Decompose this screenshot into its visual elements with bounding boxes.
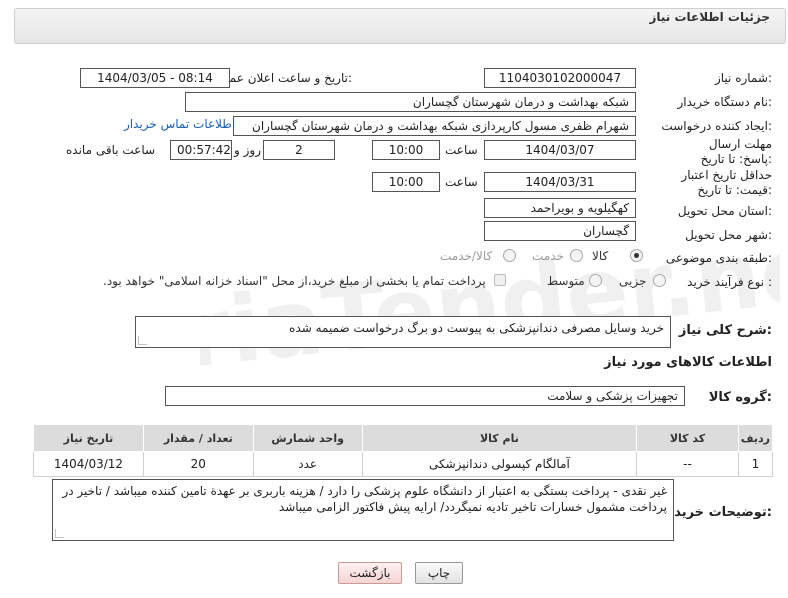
category-label: طبقه بندی موضوعی:: [665, 251, 772, 265]
price-validity-time-label: ساعت: [445, 175, 478, 189]
col-row-header: ردیف: [737, 424, 774, 452]
notes-resize-handle-icon[interactable]: [55, 529, 64, 538]
price-validity-date: 1404/03/31: [484, 172, 636, 192]
goods-group-field: تجهیزات پزشکی و سلامت: [165, 386, 685, 406]
reply-days-field: 2: [263, 140, 335, 160]
col-unit-header: واحد شمارش: [252, 424, 363, 452]
buyer-notes-textarea[interactable]: غیر نقدی - پرداخت بستگی به اعتبار از دان…: [52, 479, 674, 541]
goods-group-label: گروه کالا:: [708, 390, 772, 405]
table-header-row: ردیف کد کالا نام کالا واحد شمارش تعداد /…: [33, 424, 774, 452]
category-radio-service[interactable]: [570, 249, 583, 262]
process-option-minor: جزیی: [619, 274, 647, 288]
reply-deadline-label: مهلت ارسال پاسخ: تا تاریخ:: [700, 137, 772, 166]
delivery-city-field: گچساران: [484, 221, 636, 241]
category-option-service: خدمت: [532, 249, 564, 263]
treasury-note: پرداخت تمام یا بخشی از مبلغ خرید،از محل …: [103, 274, 486, 288]
price-validity-label: حداقل تاریخ اعتبار قیمت: تا تاریخ:: [681, 168, 772, 197]
process-radio-minor[interactable]: [653, 274, 666, 287]
price-validity-time: 10:00: [372, 172, 440, 192]
goods-section-title: اطلاعات کالاهای مورد نیاز: [604, 355, 772, 370]
remaining-time-label: ساعت باقی مانده: [66, 143, 156, 157]
table-row: 1 -- آمالگام کپسولی دندانپزشکی عدد 20 14…: [33, 451, 774, 477]
back-button[interactable]: بازگشت: [338, 562, 402, 584]
remaining-time-field: 00:57:42: [170, 140, 232, 160]
process-option-medium: متوسط: [547, 274, 585, 288]
category-radio-goods-service[interactable]: [503, 249, 516, 262]
cell-unit: عدد: [252, 451, 363, 477]
category-option-goods: کالا: [592, 249, 609, 263]
cell-quantity: 20: [142, 451, 254, 477]
cell-name: آمالگام کپسولی دندانپزشکی: [361, 451, 638, 477]
col-name-header: نام کالا: [361, 424, 638, 452]
cell-row-number: 1: [737, 451, 774, 477]
reply-time-label: ساعت: [445, 143, 478, 157]
col-code-header: کد کالا: [636, 424, 739, 452]
buyer-notes-label: توضیحات خریدار:: [662, 505, 772, 520]
process-radio-medium[interactable]: [589, 274, 602, 287]
buyer-org-label: نام دستگاه خریدار:: [677, 95, 773, 109]
requester-label: ایجاد کننده درخواست:: [661, 119, 772, 133]
treasury-checkbox[interactable]: [494, 274, 506, 286]
category-radio-goods[interactable]: [630, 249, 643, 262]
cell-need-date: 1404/03/12: [33, 451, 144, 477]
page-title: جزئیات اطلاعات نیاز: [649, 10, 770, 24]
description-label: شرح کلی نیاز:: [678, 323, 772, 338]
need-number-field: 1104030102000047: [484, 68, 636, 88]
description-text: خرید وسایل مصرفی دندانپزشکی به پیوست دو …: [289, 321, 664, 335]
announce-datetime-field: 1404/03/05 - 08:14: [80, 68, 230, 88]
col-qty-header: تعداد / مقدار: [142, 424, 254, 452]
need-number-label: شماره نیاز:: [714, 71, 772, 85]
description-textarea[interactable]: خرید وسایل مصرفی دندانپزشکی به پیوست دو …: [135, 316, 671, 348]
delivery-province-field: کهگیلویه و بویراحمد: [484, 198, 636, 218]
process-type-label: نوع فرآیند خرید :: [687, 275, 772, 289]
print-button[interactable]: چاپ: [415, 562, 463, 584]
goods-table: ردیف کد کالا نام کالا واحد شمارش تعداد /…: [33, 424, 774, 477]
cell-code: --: [636, 451, 739, 477]
resize-handle-icon[interactable]: [138, 336, 147, 345]
requester-field: شهرام ظفری مسول کارپردازی شبکه بهداشت و …: [233, 116, 636, 136]
reply-days-label: روز و: [234, 143, 261, 157]
buyer-notes-text: غیر نقدی - پرداخت بستگی به اعتبار از دان…: [62, 484, 667, 514]
delivery-province-label: استان محل تحویل:: [677, 204, 772, 218]
reply-deadline-time: 10:00: [372, 140, 440, 160]
delivery-city-label: شهر محل تحویل:: [685, 228, 772, 242]
category-option-goods-service: کالا/خدمت: [440, 249, 493, 263]
reply-deadline-date: 1404/03/07: [484, 140, 636, 160]
buyer-contact-link[interactable]: اطلاعات تماس خریدار: [124, 117, 235, 131]
buyer-org-field: شبکه بهداشت و درمان شهرستان گچساران: [185, 92, 636, 112]
col-date-header: تاریخ نیاز: [33, 424, 144, 452]
